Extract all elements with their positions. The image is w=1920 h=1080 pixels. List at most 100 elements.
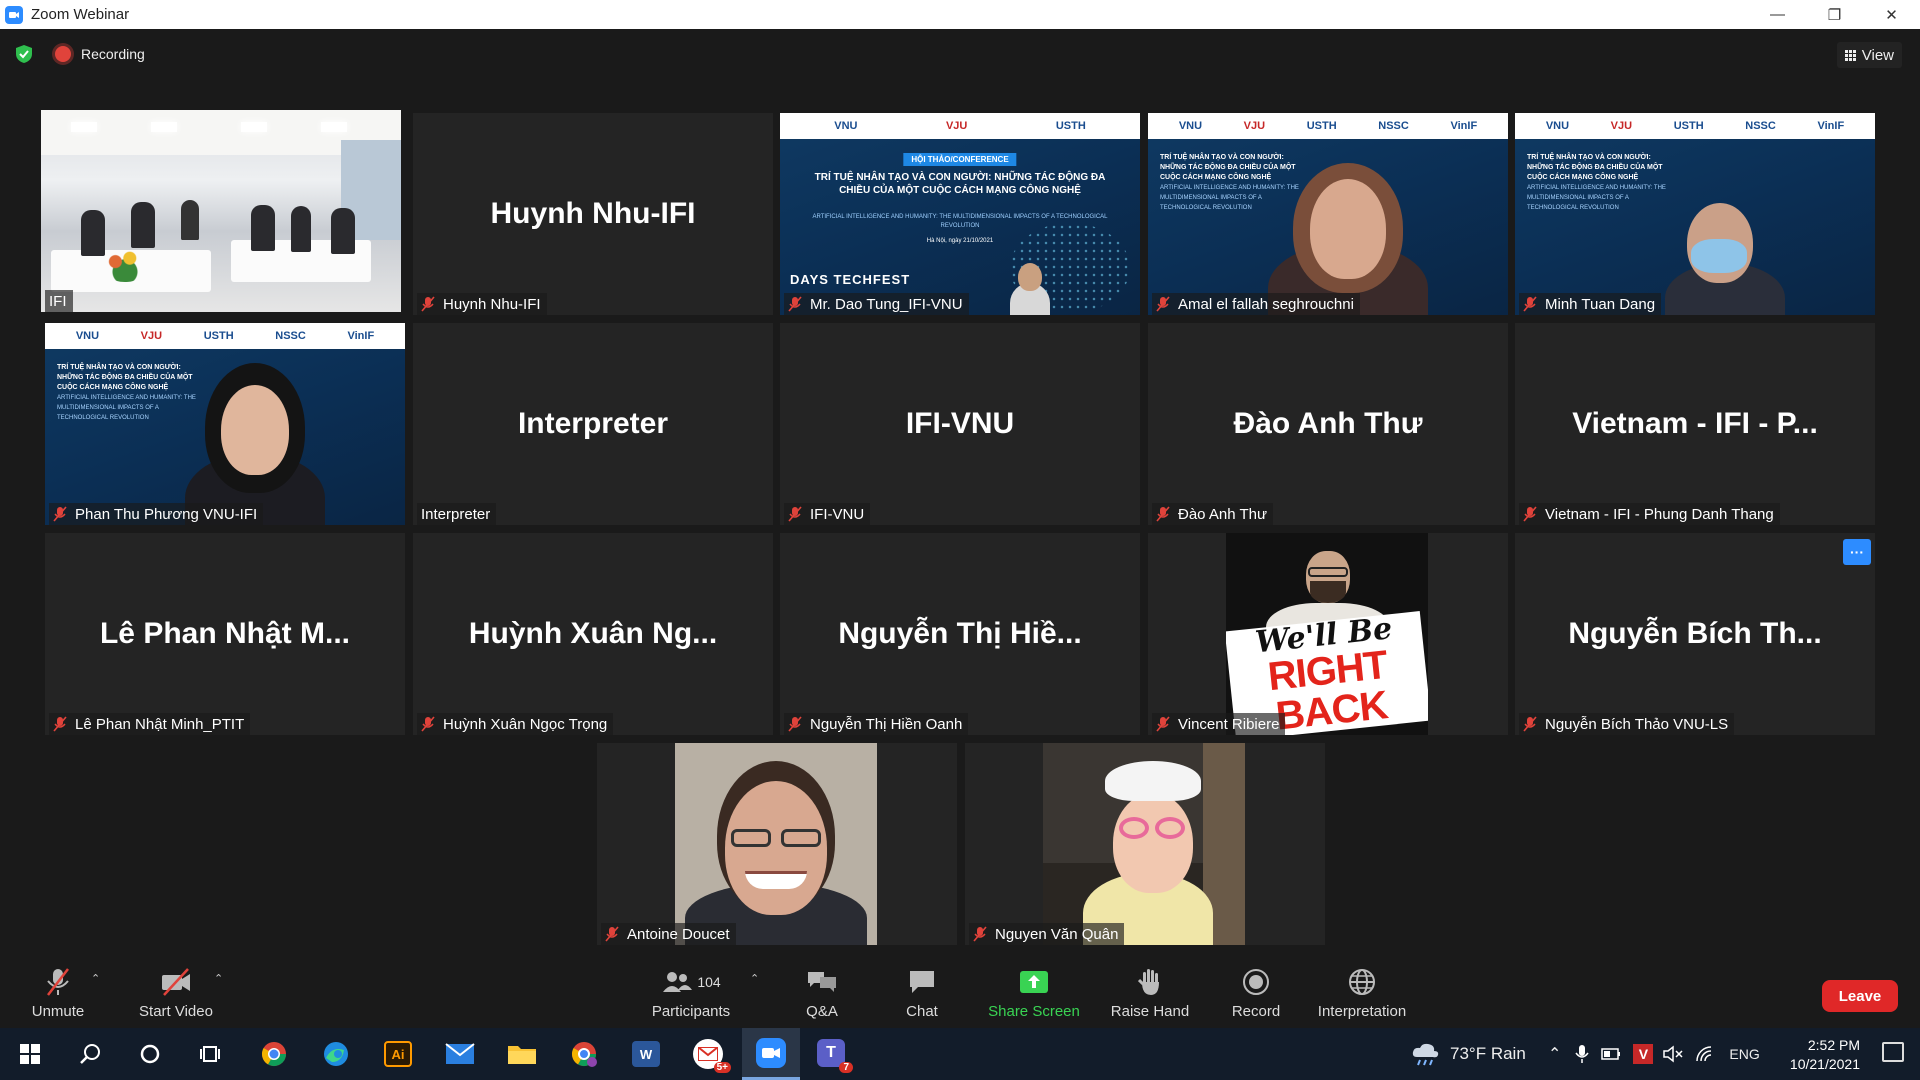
notification-center-icon[interactable] xyxy=(1882,1042,1904,1062)
system-tray: ⌃ V ENG xyxy=(1548,1028,1760,1080)
record-icon xyxy=(1243,968,1269,995)
record-button[interactable]: Record xyxy=(1230,958,1282,1028)
participant-display-name: Huynh Nhu-IFI xyxy=(490,197,696,230)
video-tile[interactable]: IFI xyxy=(41,110,401,312)
video-tile[interactable]: Interpreter Interpreter xyxy=(413,323,773,525)
start-video-label: Start Video xyxy=(139,1002,213,1020)
qa-icon xyxy=(808,971,836,992)
slide-heading: TRÍ TUỆ NHÂN TẠO VÀ CON NGƯỜI: NHỮNG TÁC… xyxy=(814,172,1106,196)
interpretation-label: Interpretation xyxy=(1317,1002,1407,1020)
participants-button[interactable]: 104 Participants xyxy=(648,958,734,1028)
close-icon[interactable]: ✕ xyxy=(1863,0,1920,29)
volume-muted-icon[interactable] xyxy=(1663,1045,1683,1063)
wifi-icon[interactable] xyxy=(1695,1045,1715,1063)
word-icon[interactable]: W xyxy=(620,1028,672,1080)
share-screen-button[interactable]: Share Screen xyxy=(988,958,1080,1028)
interpretation-button[interactable]: Interpretation xyxy=(1314,958,1410,1028)
video-tile[interactable]: VNU VJU USTH NSSC VinIF TRÍ TUỆ NHÂN TẠO VÀ … xyxy=(1515,113,1875,315)
participant-name-label: Lê Phan Nhật Minh_PTIT xyxy=(49,713,251,735)
mic-muted-icon xyxy=(1156,716,1170,732)
leave-button[interactable]: Leave xyxy=(1822,980,1898,1012)
mail-icon[interactable] xyxy=(434,1028,486,1080)
restore-icon[interactable]: ❐ xyxy=(1806,0,1863,29)
globe-icon xyxy=(1349,968,1375,995)
language-indicator[interactable]: ENG xyxy=(1729,1046,1759,1062)
more-options-button[interactable]: ··· xyxy=(1843,539,1871,565)
slide-logo-strip: VNU VJU USTH xyxy=(780,113,1140,139)
clock-date: 10/21/2021 xyxy=(1789,1056,1860,1072)
video-tile[interactable]: Nguyen Văn Quân xyxy=(965,743,1325,945)
video-tile[interactable]: Nguyễn Bích Th... ··· Nguyễn Bích Thảo V… xyxy=(1515,533,1875,735)
file-explorer-icon[interactable] xyxy=(496,1028,548,1080)
encryption-shield-icon[interactable] xyxy=(15,44,33,64)
mic-muted-icon xyxy=(605,926,619,942)
video-tile[interactable]: Nguyễn Thị Hiề... Nguyễn Thị Hiền Oanh xyxy=(780,533,1140,735)
recording-label: Recording xyxy=(81,46,145,62)
start-video-button[interactable]: Start Video xyxy=(133,958,219,1028)
clock-time: 2:52 PM xyxy=(1807,1037,1860,1053)
chrome-icon[interactable] xyxy=(248,1028,300,1080)
video-tile[interactable]: Vietnam - IFI - P... Vietnam - IFI - Phu… xyxy=(1515,323,1875,525)
microphone-icon[interactable] xyxy=(1575,1044,1590,1064)
video-options-caret-icon[interactable]: ⌃ xyxy=(214,972,223,985)
zoom-app-icon xyxy=(5,5,23,24)
participant-display-name: Huỳnh Xuân Ng... xyxy=(468,617,718,650)
video-tile[interactable]: VNU VJU USTH NSSC VinIF TRÍ TUỆ NHÂN TẠO VÀ … xyxy=(45,323,405,525)
video-tile[interactable]: VNU VJU USTH HỘI THẢO/CONFERENCE TRÍ TUỆ N… xyxy=(780,113,1140,315)
mic-muted-icon xyxy=(421,296,435,312)
mic-muted-icon xyxy=(1523,716,1537,732)
cortana-icon[interactable] xyxy=(124,1028,176,1080)
video-tile[interactable]: Huynh Nhu-IFI Huynh Nhu-IFI xyxy=(413,113,773,315)
mic-muted-icon xyxy=(788,296,802,312)
edge-icon[interactable] xyxy=(310,1028,362,1080)
gmail-notification-icon[interactable]: 5+ xyxy=(682,1028,734,1080)
battery-icon[interactable] xyxy=(1601,1048,1621,1060)
task-view-icon[interactable] xyxy=(184,1028,236,1080)
chrome-profile-icon[interactable] xyxy=(558,1028,610,1080)
raise-hand-button[interactable]: Raise Hand xyxy=(1110,958,1190,1028)
video-feed-portrait xyxy=(675,743,877,945)
teams-icon[interactable]: T 7 xyxy=(806,1028,858,1080)
search-icon[interactable] xyxy=(64,1028,116,1080)
raise-hand-label: Raise Hand xyxy=(1110,1002,1190,1020)
participant-display-name: Đào Anh Thư xyxy=(1233,407,1423,440)
zoom-taskbar-icon[interactable] xyxy=(742,1028,800,1080)
audio-options-caret-icon[interactable]: ⌃ xyxy=(91,972,100,985)
mic-muted-icon xyxy=(53,506,67,522)
mic-muted-icon xyxy=(1156,296,1170,312)
participant-name-label: Mr. Dao Tung_IFI-VNU xyxy=(784,293,969,315)
chat-button[interactable]: Chat xyxy=(900,958,944,1028)
participant-name-label: Amal el fallah seghrouchni xyxy=(1152,293,1360,315)
mic-muted-icon xyxy=(47,967,69,996)
view-button[interactable]: View xyxy=(1836,42,1902,68)
qa-button[interactable]: Q&A xyxy=(800,958,844,1028)
mic-muted-icon xyxy=(788,506,802,522)
vpn-shield-icon[interactable]: V xyxy=(1633,1044,1654,1064)
mic-muted-icon xyxy=(788,716,802,732)
mic-muted-icon xyxy=(1523,506,1537,522)
unmute-button[interactable]: Unmute xyxy=(25,958,91,1028)
illustrator-icon[interactable]: Ai xyxy=(372,1028,424,1080)
video-tile[interactable]: Huỳnh Xuân Ng... Huỳnh Xuân Ngọc Trọng xyxy=(413,533,773,735)
taskbar-clock[interactable]: 2:52 PM 10/21/2021 xyxy=(1790,1036,1860,1074)
show-hidden-icons-icon[interactable]: ⌃ xyxy=(1548,1044,1561,1064)
video-tile[interactable]: Đào Anh Thư Đào Anh Thư xyxy=(1148,323,1508,525)
video-tile[interactable]: VNU VJU USTH NSSC VinIF TRÍ TUỆ NHÂN TẠO VÀ … xyxy=(1148,113,1508,315)
title-bar: Zoom Webinar — ❐ ✕ xyxy=(0,0,1920,29)
video-tile[interactable]: Antoine Doucet xyxy=(597,743,957,945)
participant-display-name: Nguyễn Bích Th... xyxy=(1568,617,1822,650)
chat-label: Chat xyxy=(906,1002,938,1020)
participant-name-label: Huynh Nhu-IFI xyxy=(417,293,547,315)
participant-name-label: Phan Thu Phương VNU-IFI xyxy=(49,503,264,525)
recording-indicator[interactable]: Recording xyxy=(55,46,145,62)
video-tile[interactable]: We'll Be RIGHT BACK Vincent Ribiere xyxy=(1148,533,1508,735)
windows-taskbar: Ai W 5+ T 7 73°F Rain ⌃ V ENG 2:52 PM 10… xyxy=(0,1028,1920,1080)
video-tile[interactable]: Lê Phan Nhật M... Lê Phan Nhật Minh_PTIT xyxy=(45,533,405,735)
minimize-icon[interactable]: — xyxy=(1749,0,1806,29)
participants-options-caret-icon[interactable]: ⌃ xyxy=(750,972,759,985)
rain-cloud-icon xyxy=(1412,1043,1439,1066)
mail-badge: 5+ xyxy=(713,1062,731,1073)
windows-start-icon[interactable] xyxy=(4,1028,56,1080)
video-tile[interactable]: IFI-VNU IFI-VNU xyxy=(780,323,1140,525)
weather-widget[interactable]: 73°F Rain xyxy=(1410,1028,1526,1080)
